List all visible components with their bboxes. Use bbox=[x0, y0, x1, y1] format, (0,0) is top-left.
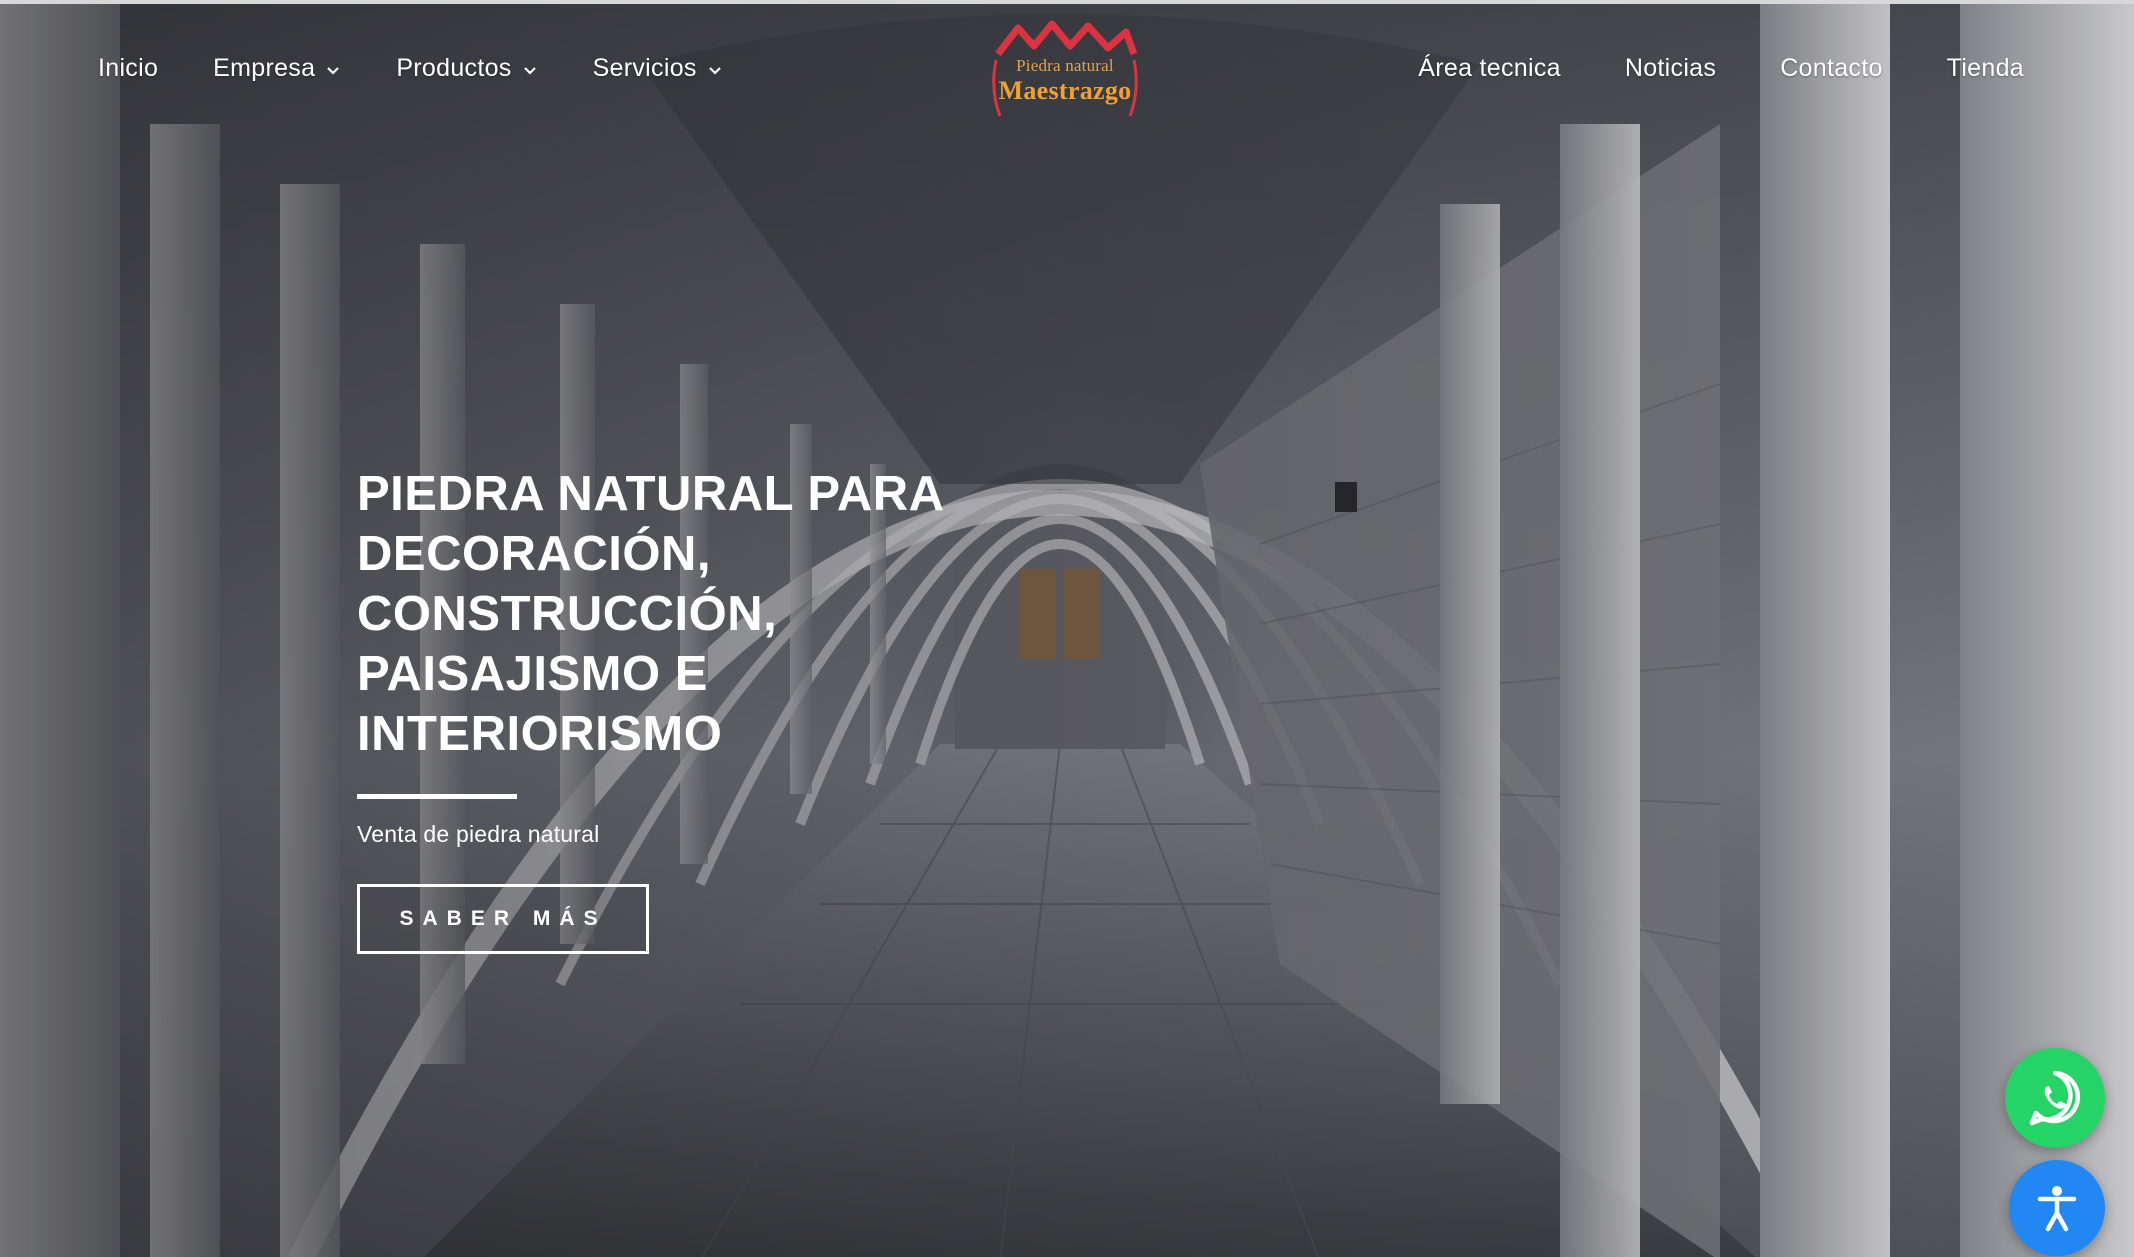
nav-item-inicio[interactable]: Inicio bbox=[98, 54, 158, 83]
hero-title-line: DECORACIÓN, bbox=[357, 527, 711, 581]
hero-title: PIEDRA NATURAL PARA DECORACIÓN, CONSTRUC… bbox=[357, 464, 1077, 764]
nav-item-label: Productos bbox=[396, 54, 512, 82]
accessibility-button[interactable] bbox=[2009, 1160, 2105, 1256]
nav-item-productos[interactable]: Productos bbox=[396, 54, 537, 83]
chevron-down-icon bbox=[327, 66, 340, 75]
page: Inicio Empresa Productos Servicios Piedr… bbox=[0, 0, 2134, 1257]
site-header: Inicio Empresa Productos Servicios Piedr… bbox=[0, 4, 2134, 134]
hero-title-line: PAISAJISMO E bbox=[357, 647, 708, 701]
whatsapp-icon bbox=[2029, 1070, 2081, 1126]
main-nav-right: Área tecnica Noticias Contacto Tienda bbox=[1354, 54, 2024, 83]
nav-item-noticias[interactable]: Noticias bbox=[1625, 54, 1716, 83]
logo-line-2: Maestrazgo bbox=[998, 76, 1132, 105]
hero-title-line: CONSTRUCCIÓN, bbox=[357, 587, 778, 641]
saber-mas-label: SABER MÁS bbox=[399, 907, 607, 930]
whatsapp-button[interactable] bbox=[2005, 1048, 2105, 1148]
nav-item-contacto[interactable]: Contacto bbox=[1780, 54, 1882, 83]
nav-item-label: Tienda bbox=[1946, 54, 2024, 82]
hero-divider bbox=[357, 794, 517, 799]
logo-line-1: Piedra natural bbox=[1016, 56, 1114, 75]
nav-item-tienda[interactable]: Tienda bbox=[1947, 54, 2024, 83]
nav-item-label: Contacto bbox=[1780, 54, 1883, 82]
site-logo[interactable]: Piedra natural Maestrazgo bbox=[990, 20, 1140, 128]
accessibility-icon bbox=[2037, 1186, 2077, 1232]
nav-item-label: Noticias bbox=[1624, 54, 1717, 82]
nav-item-label: Inicio bbox=[98, 54, 159, 82]
saber-mas-button[interactable]: SABER MÁS bbox=[357, 884, 649, 954]
nav-item-label: Empresa bbox=[213, 54, 316, 82]
nav-item-servicios[interactable]: Servicios bbox=[593, 54, 723, 83]
nav-item-label: Servicios bbox=[592, 54, 697, 82]
nav-item-area-tecnica[interactable]: Área tecnica bbox=[1418, 54, 1561, 83]
chevron-down-icon bbox=[708, 66, 721, 75]
hero-subtitle: Venta de piedra natural bbox=[357, 821, 600, 847]
nav-item-label: Área tecnica bbox=[1418, 54, 1561, 82]
hero-section: PIEDRA NATURAL PARA DECORACIÓN, CONSTRUC… bbox=[357, 464, 1077, 954]
main-nav-left: Inicio Empresa Productos Servicios bbox=[98, 54, 778, 83]
nav-item-empresa[interactable]: Empresa bbox=[213, 54, 341, 83]
hero-title-line: PIEDRA NATURAL PARA bbox=[357, 467, 945, 521]
hero-title-line: INTERIORISMO bbox=[357, 707, 723, 761]
chevron-down-icon bbox=[523, 66, 536, 75]
